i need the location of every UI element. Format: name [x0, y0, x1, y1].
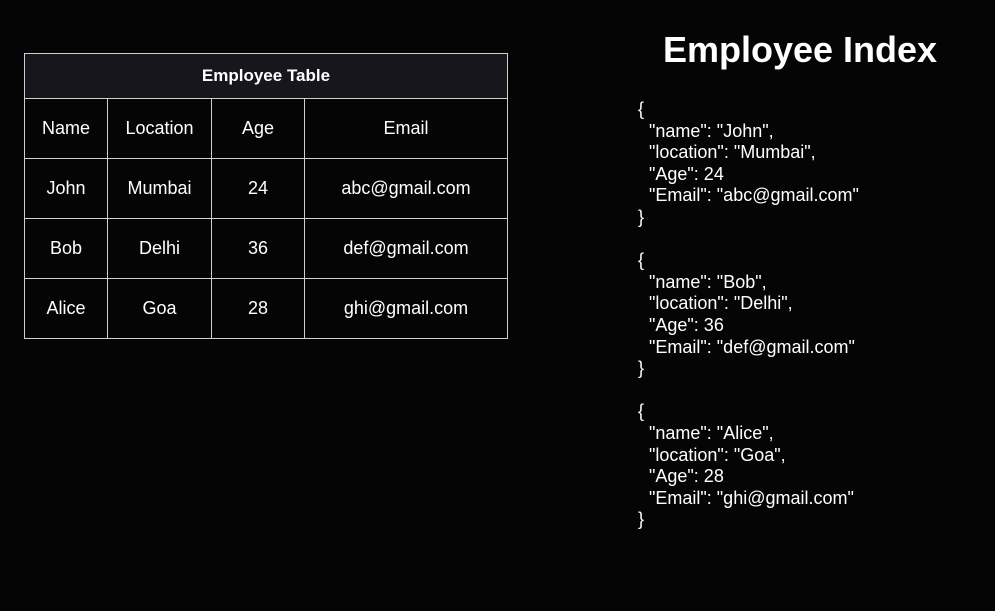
json-field-email: "Email": "def@gmail.com": [649, 336, 855, 357]
json-field-age: "Age": 24: [649, 163, 724, 184]
json-record: { "name": "Alice", "location": "Goa", "A…: [638, 401, 978, 531]
table-row: John Mumbai 24 abc@gmail.com: [24, 158, 508, 219]
table-header-row: Name Location Age Email: [24, 98, 508, 159]
json-field-name: "name": "John",: [649, 120, 774, 141]
json-record: { "name": "Bob", "location": "Delhi", "A…: [638, 250, 978, 380]
cell-age: 28: [211, 278, 305, 339]
json-open-brace: {: [638, 401, 645, 422]
table-caption: Employee Table: [24, 53, 508, 99]
json-field-name: "name": "Alice",: [649, 422, 774, 443]
column-header-age: Age: [211, 98, 305, 159]
json-field-location: "location": "Mumbai",: [649, 142, 816, 163]
cell-email: def@gmail.com: [304, 218, 508, 279]
cell-age: 24: [211, 158, 305, 219]
json-field-location: "location": "Goa",: [649, 444, 786, 465]
json-field-name: "name": "Bob",: [649, 271, 767, 292]
column-header-name: Name: [24, 98, 108, 159]
table-row: Alice Goa 28 ghi@gmail.com: [24, 278, 508, 339]
cell-location: Delhi: [107, 218, 212, 279]
employee-table-container: Employee Table Name Location Age Email J…: [24, 53, 508, 339]
json-field-age: "Age": 28: [649, 466, 724, 487]
cell-location: Goa: [107, 278, 212, 339]
table-row: Bob Delhi 36 def@gmail.com: [24, 218, 508, 279]
cell-location: Mumbai: [107, 158, 212, 219]
cell-email: ghi@gmail.com: [304, 278, 508, 339]
json-close-brace: }: [638, 509, 645, 530]
cell-name: Bob: [24, 218, 108, 279]
json-field-email: "Email": "abc@gmail.com": [649, 185, 859, 206]
json-field-email: "Email": "ghi@gmail.com": [649, 487, 854, 508]
employee-table: Employee Table Name Location Age Email J…: [24, 53, 508, 339]
json-open-brace: {: [638, 99, 645, 119]
cell-email: abc@gmail.com: [304, 158, 508, 219]
json-close-brace: }: [638, 358, 645, 379]
json-open-brace: {: [638, 250, 645, 271]
json-field-location: "location": "Delhi",: [649, 293, 793, 314]
json-close-brace: }: [638, 206, 645, 227]
json-field-age: "Age": 36: [649, 314, 724, 335]
column-header-location: Location: [107, 98, 212, 159]
cell-name: John: [24, 158, 108, 219]
employee-index-list: { "name": "John", "location": "Mumbai", …: [638, 99, 978, 552]
json-record: { "name": "John", "location": "Mumbai", …: [638, 99, 978, 229]
cell-age: 36: [211, 218, 305, 279]
cell-name: Alice: [24, 278, 108, 339]
column-header-email: Email: [304, 98, 508, 159]
page-title: Employee Index: [662, 29, 938, 70]
